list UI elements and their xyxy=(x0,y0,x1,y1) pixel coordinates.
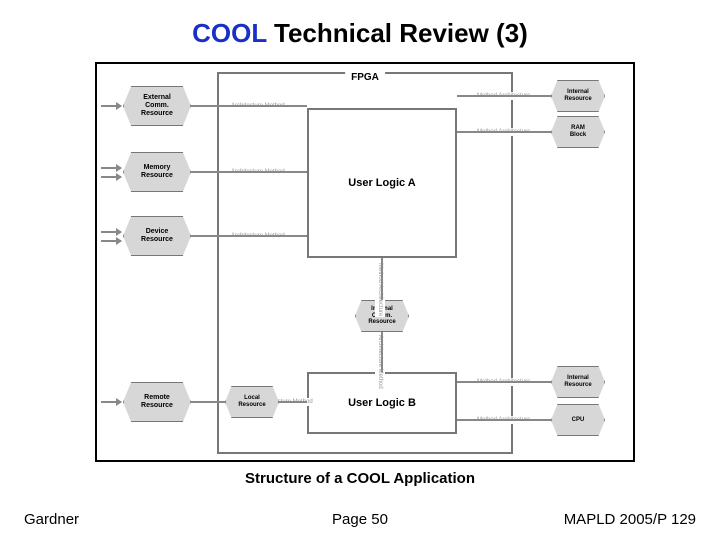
hex-ext-comm-label: External Comm. Resource xyxy=(141,94,173,117)
hex-memory: Memory Resource xyxy=(123,152,191,192)
arrow-icon xyxy=(101,231,121,233)
fpga-label: FPGA xyxy=(345,72,385,83)
hex-int-res-bot-label: Internal Resource xyxy=(564,375,591,388)
user-logic-a: User Logic A xyxy=(307,108,457,258)
hex-device-label: Device Resource xyxy=(141,228,173,243)
diagram: FPGA User Logic A User Logic B External … xyxy=(97,64,633,460)
hex-internal-res-top: Internal Resource xyxy=(551,80,605,112)
diagram-frame: FPGA User Logic A User Logic B External … xyxy=(95,62,635,462)
hex-remote: Remote Resource xyxy=(123,382,191,422)
connector-line xyxy=(457,131,551,133)
connector-line xyxy=(457,381,551,383)
hex-memory-label: Memory Resource xyxy=(141,164,173,179)
connector-line xyxy=(457,95,551,97)
hex-ram-block-label: RAM Block xyxy=(570,125,586,138)
connector-line xyxy=(191,105,307,107)
hex-cpu-label: CPU xyxy=(572,417,585,424)
hex-ram-block: RAM Block xyxy=(551,116,605,148)
hex-ext-comm: External Comm. Resource xyxy=(123,86,191,126)
hex-local: Local Resource xyxy=(225,386,279,418)
connector-line xyxy=(457,419,551,421)
hex-int-res-top-label: Internal Resource xyxy=(564,89,591,102)
arrow-icon xyxy=(101,105,121,107)
connector-line xyxy=(381,258,383,300)
arrow-icon xyxy=(101,167,121,169)
bridge-method-arch-vert: Method Architecture xyxy=(375,262,385,317)
hex-internal-res-bot: Internal Resource xyxy=(551,366,605,398)
connector-line xyxy=(191,235,307,237)
arrow-icon xyxy=(101,176,121,178)
bridge-arch-method-vert: Architecture Method xyxy=(375,334,385,390)
arrow-icon xyxy=(101,401,121,403)
arrow-icon xyxy=(101,240,121,242)
hex-cpu: CPU xyxy=(551,404,605,436)
hex-remote-label: Remote Resource xyxy=(141,394,173,409)
title-rest: Technical Review (3) xyxy=(267,18,528,48)
diagram-caption: Structure of a COOL Application xyxy=(0,470,720,487)
hex-local-label: Local Resource xyxy=(238,395,265,408)
footer-conf: MAPLD 2005/P 129 xyxy=(564,511,696,528)
page-title: COOL Technical Review (3) xyxy=(0,0,720,49)
connector-line xyxy=(191,171,307,173)
hex-device: Device Resource xyxy=(123,216,191,256)
connector-line xyxy=(381,332,383,372)
title-cool: COOL xyxy=(192,18,267,48)
